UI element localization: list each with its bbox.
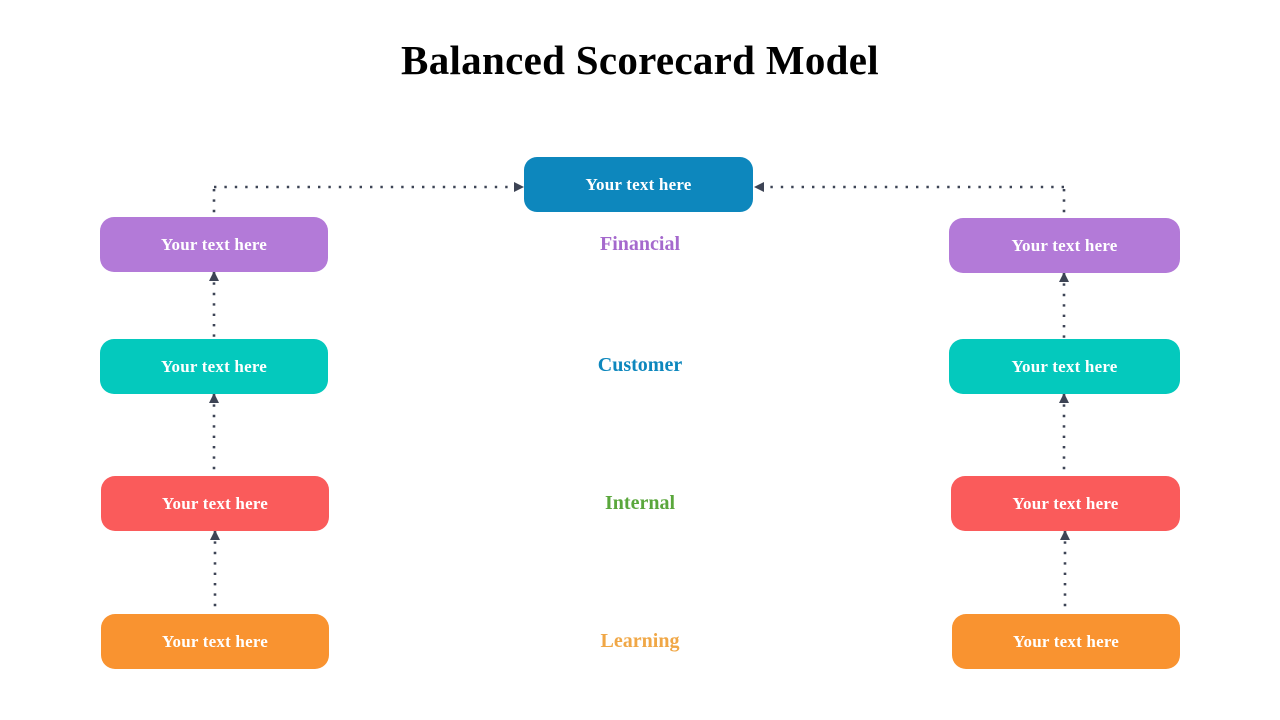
right-card-internal[interactable]: Your text here — [951, 476, 1180, 531]
left-card-internal[interactable]: Your text here — [101, 476, 329, 531]
arrowhead-left-up-to-purple — [209, 271, 219, 281]
arrowhead-into-top-node-left — [514, 182, 524, 192]
right-card-learning-label: Your text here — [1012, 631, 1120, 651]
right-card-financial-label: Your text here — [1011, 235, 1118, 255]
perspective-customer-text: Customer — [597, 354, 683, 376]
perspective-label-financial: Financial — [520, 233, 760, 256]
arrowhead-right-up-to-purple — [1059, 272, 1069, 282]
right-card-customer[interactable]: Your text here — [949, 339, 1180, 394]
slide-canvas: Balanced Scorecard Model Your text here … — [0, 0, 1280, 720]
top-node-label: Your text here — [585, 174, 692, 194]
perspective-learning-text: Learning — [600, 630, 680, 652]
arrowhead-left-up-to-teal — [209, 393, 219, 403]
arrowhead-into-top-node-right — [754, 182, 764, 192]
right-card-customer-label: Your text here — [1011, 356, 1118, 376]
perspective-label-internal: Internal — [520, 492, 760, 515]
perspective-financial-text: Financial — [599, 233, 680, 255]
right-card-financial[interactable]: Your text here — [949, 218, 1180, 273]
left-card-customer[interactable]: Your text here — [100, 339, 328, 394]
perspective-label-learning: Learning — [520, 630, 760, 653]
left-card-learning-label: Your text here — [161, 631, 269, 651]
right-card-internal-label: Your text here — [1012, 493, 1119, 513]
left-card-financial[interactable]: Your text here — [100, 217, 328, 272]
left-card-financial-label: Your text here — [160, 234, 268, 254]
perspective-internal-text: Internal — [605, 492, 675, 514]
left-card-customer-label: Your text here — [160, 356, 268, 376]
arrowhead-right-up-to-teal — [1059, 393, 1069, 403]
arrowhead-left-up-to-coral — [210, 530, 220, 540]
perspective-label-customer: Customer — [520, 354, 760, 377]
arrowhead-right-up-to-coral — [1060, 530, 1070, 540]
right-card-learning[interactable]: Your text here — [952, 614, 1180, 669]
left-card-learning[interactable]: Your text here — [101, 614, 329, 669]
top-node-card[interactable]: Your text here — [524, 157, 753, 212]
left-card-internal-label: Your text here — [161, 493, 269, 513]
